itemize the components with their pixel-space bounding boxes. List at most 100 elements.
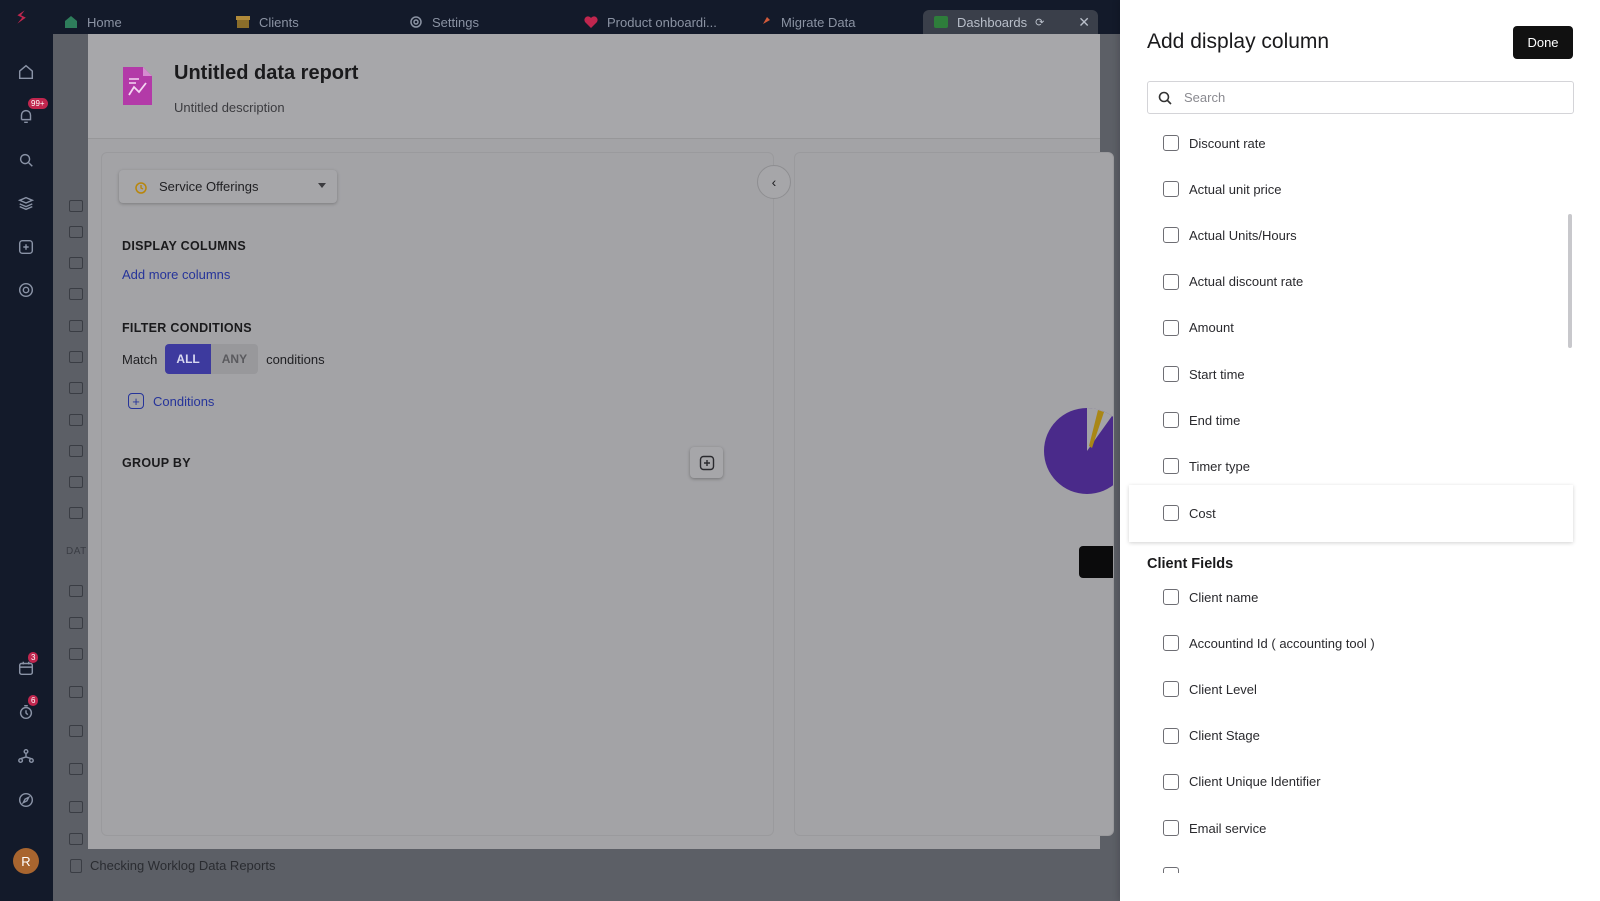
rail-layers-icon[interactable]: [14, 191, 38, 215]
column-option-label: Amount: [1189, 320, 1234, 336]
sidebar-section-label: DAT: [66, 546, 87, 557]
column-checkbox[interactable]: [1163, 412, 1179, 429]
column-option-label: End time: [1189, 412, 1241, 428]
list-icon: [69, 320, 83, 332]
tab-label: Product onboardi...: [607, 14, 717, 30]
list-icon: [69, 414, 83, 426]
document-icon: [69, 801, 83, 813]
column-option[interactable]: Client Stage: [1120, 713, 1564, 759]
column-option[interactable]: Timer type: [1120, 443, 1564, 489]
column-option[interactable]: Start time: [1120, 351, 1564, 397]
report-title[interactable]: Untitled data report: [174, 62, 358, 85]
add-conditions-button[interactable]: + Conditions: [128, 393, 214, 409]
drawer-scrollbar[interactable]: [1568, 214, 1572, 348]
tab-label: Dashboards: [957, 14, 1028, 30]
sidebar-item-report[interactable]: Checking Worklog Data Reports: [70, 858, 275, 873]
column-checkbox[interactable]: [1163, 135, 1179, 151]
match-toggle: ALL ANY: [165, 344, 259, 374]
refresh-icon: ⟳: [1035, 16, 1045, 29]
tab-label: Migrate Data: [781, 14, 856, 30]
search-icon: [1158, 91, 1172, 105]
search-input[interactable]: [1184, 90, 1564, 105]
data-source-select[interactable]: Service Offerings: [119, 170, 337, 203]
column-option[interactable]: Amount: [1120, 305, 1564, 351]
column-option[interactable]: Actual Units/Hours: [1120, 212, 1564, 258]
column-checkbox[interactable]: [1163, 505, 1179, 522]
add-more-columns-link[interactable]: Add more columns: [122, 267, 230, 282]
drawer-title: Add display column: [1147, 30, 1330, 53]
document-icon: [69, 725, 83, 737]
rail-compass-icon[interactable]: [14, 788, 38, 812]
column-checkbox[interactable]: [1163, 319, 1179, 336]
match-label: Match: [122, 351, 158, 367]
rail-home-icon[interactable]: [14, 60, 38, 84]
column-option-label: Timer type: [1189, 458, 1250, 474]
tab-label: Settings: [432, 14, 479, 30]
column-checkbox[interactable]: [1163, 458, 1179, 475]
report-description[interactable]: Untitled description: [174, 100, 285, 115]
column-checkbox[interactable]: [1163, 273, 1179, 290]
column-checkbox[interactable]: [1163, 366, 1179, 382]
gear-icon: [408, 14, 424, 30]
timer-icon: [133, 179, 149, 195]
column-option[interactable]: Actual discount rate: [1120, 259, 1564, 305]
column-option-label: Actual unit price: [1189, 181, 1282, 197]
column-option[interactable]: Client name: [1120, 574, 1564, 620]
rail-settings-icon[interactable]: [14, 278, 38, 302]
rail-add-icon[interactable]: [14, 235, 38, 259]
dashboard-icon: [933, 14, 949, 30]
column-option-label: Actual discount rate: [1189, 274, 1304, 290]
tab-home[interactable]: Home: [53, 10, 223, 34]
tab-label: Home: [87, 14, 122, 30]
rail-network-icon[interactable]: [14, 744, 38, 768]
background-sidebar: [53, 130, 88, 901]
column-checkbox[interactable]: [1163, 227, 1179, 244]
tab-dashboards[interactable]: Dashboards ⟳ ✕: [923, 10, 1098, 34]
list-icon: [69, 257, 83, 269]
client-fields-title: Client Fields: [1147, 556, 1234, 572]
search-box: [1147, 81, 1574, 114]
tab-clients[interactable]: Clients: [225, 10, 395, 34]
display-columns-title: DISPLAY COLUMNS: [122, 239, 246, 253]
tab-product-onboarding[interactable]: Product onboardi...: [573, 10, 743, 34]
column-option[interactable]: Client Level: [1120, 666, 1564, 712]
app-logo-icon[interactable]: [12, 8, 30, 26]
conditions-suffix: conditions: [266, 351, 325, 367]
column-option[interactable]: Email service: [1120, 805, 1564, 851]
column-checkbox[interactable]: [1163, 773, 1179, 790]
collapse-panel-button[interactable]: ‹: [757, 165, 791, 199]
list-icon: [69, 445, 83, 457]
report-document-icon: [123, 67, 152, 105]
column-option[interactable]: Cost: [1129, 484, 1573, 542]
tab-migrate-data[interactable]: Migrate Data: [747, 10, 917, 34]
column-checkbox[interactable]: [1163, 727, 1179, 744]
preview-action-button[interactable]: [1079, 546, 1113, 578]
user-avatar[interactable]: R: [13, 848, 39, 874]
add-group-by-button[interactable]: [690, 447, 723, 478]
rocket-icon: [757, 14, 773, 30]
document-icon: [69, 648, 83, 660]
column-option[interactable]: Accountind Id ( accounting tool ): [1120, 620, 1564, 666]
match-any-button[interactable]: ANY: [210, 344, 259, 374]
match-all-button[interactable]: ALL: [165, 344, 211, 374]
app-rail: 99+ 3 6 R: [0, 0, 53, 901]
column-checkbox[interactable]: [1163, 589, 1179, 605]
home-icon: [63, 14, 79, 30]
tab-settings[interactable]: Settings: [398, 10, 568, 34]
conditions-label: Conditions: [153, 393, 215, 409]
column-checkbox[interactable]: [1163, 681, 1179, 698]
column-checkbox[interactable]: [1163, 820, 1179, 836]
column-option-label: Client Stage: [1189, 728, 1260, 744]
column-checkbox-partial[interactable]: [1163, 867, 1179, 873]
column-option[interactable]: End time: [1120, 397, 1564, 443]
done-button[interactable]: Done: [1513, 26, 1573, 59]
column-option[interactable]: Discount rate: [1120, 120, 1564, 166]
column-checkbox[interactable]: [1163, 181, 1179, 198]
document-icon: [69, 617, 83, 629]
column-option[interactable]: Client Unique Identifier: [1120, 759, 1564, 805]
column-checkbox[interactable]: [1163, 635, 1179, 652]
close-tab-icon[interactable]: ✕: [1078, 14, 1090, 31]
column-option[interactable]: Actual unit price: [1120, 166, 1564, 212]
rail-search-icon[interactable]: [14, 148, 38, 172]
report-config-panel: Service Offerings DISPLAY COLUMNS Add mo…: [101, 152, 774, 836]
